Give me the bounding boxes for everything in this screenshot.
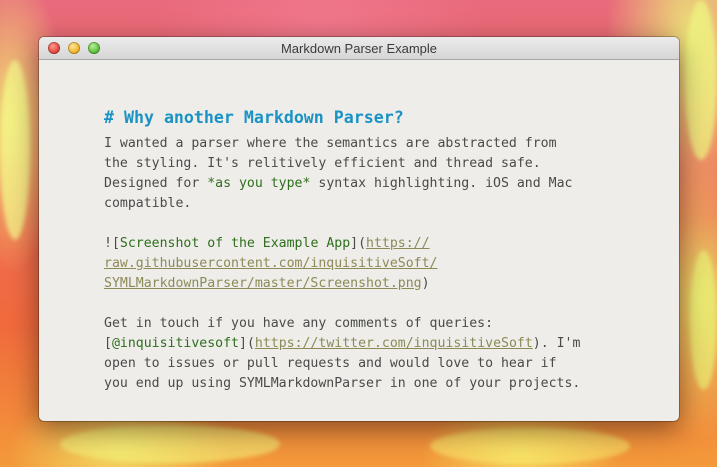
markup-token: ![ bbox=[104, 236, 120, 251]
image-link-line: raw.githubusercontent.com/inquisitiveSof… bbox=[104, 254, 679, 274]
wallpaper-streak bbox=[690, 250, 717, 390]
text-span: ). I'm bbox=[532, 336, 581, 351]
markdown-editor[interactable]: # Why another Markdown Parser? I wanted … bbox=[39, 60, 679, 421]
wallpaper-streak bbox=[430, 428, 630, 464]
image-link-line: ![Screenshot of the Example App](https:/… bbox=[104, 234, 679, 254]
markup-token: [ bbox=[104, 336, 112, 351]
twitter-url-link[interactable]: https://twitter.com/inquisitiveSoft bbox=[255, 336, 533, 351]
paragraph-line: the styling. It's relitively efficient a… bbox=[104, 156, 541, 171]
paragraph-line: I wanted a parser where the semantics ar… bbox=[104, 136, 557, 151]
image-alt-text: Screenshot of the Example App bbox=[119, 236, 351, 251]
desktop-background: Markdown Parser Example # Why another Ma… bbox=[0, 0, 717, 467]
text-span: Designed for bbox=[104, 176, 208, 191]
image-link-line: SYMLMarkdownParser/master/Screenshot.png… bbox=[104, 274, 679, 294]
image-url-link[interactable]: SYMLMarkdownParser/master/Screenshot.png bbox=[104, 276, 422, 291]
wallpaper-streak bbox=[685, 0, 717, 160]
markup-token: ) bbox=[421, 276, 430, 291]
paragraph-line: open to issues or pull requests and woul… bbox=[104, 356, 557, 371]
app-window: Markdown Parser Example # Why another Ma… bbox=[39, 37, 679, 421]
title-bar[interactable]: Markdown Parser Example bbox=[39, 37, 679, 60]
window-title: Markdown Parser Example bbox=[280, 41, 438, 56]
wallpaper-streak bbox=[60, 425, 280, 463]
paragraph-line: you end up using SYMLMarkdownParser in o… bbox=[104, 376, 581, 391]
markdown-heading: # Why another Markdown Parser? bbox=[104, 108, 404, 127]
text-span: syntax highlighting. iOS and Mac bbox=[310, 176, 573, 191]
markup-token: ]( bbox=[350, 236, 367, 251]
paragraph-line: Designed for *as you type* syntax highli… bbox=[104, 174, 679, 194]
twitter-link-text: @inquisitivesoft bbox=[111, 336, 239, 351]
markup-token: ]( bbox=[239, 336, 255, 351]
paragraph-line: compatible. bbox=[104, 196, 192, 211]
image-url-link[interactable]: https:// bbox=[366, 236, 430, 251]
emphasis-text: *as you type* bbox=[207, 176, 311, 191]
paragraph-line: [@inquisitivesoft](https://twitter.com/i… bbox=[104, 334, 679, 354]
wallpaper-streak bbox=[0, 60, 30, 240]
image-url-link[interactable]: raw.githubusercontent.com/inquisitiveSof… bbox=[104, 256, 437, 271]
paragraph-line: Get in touch if you have any comments of… bbox=[104, 316, 494, 331]
